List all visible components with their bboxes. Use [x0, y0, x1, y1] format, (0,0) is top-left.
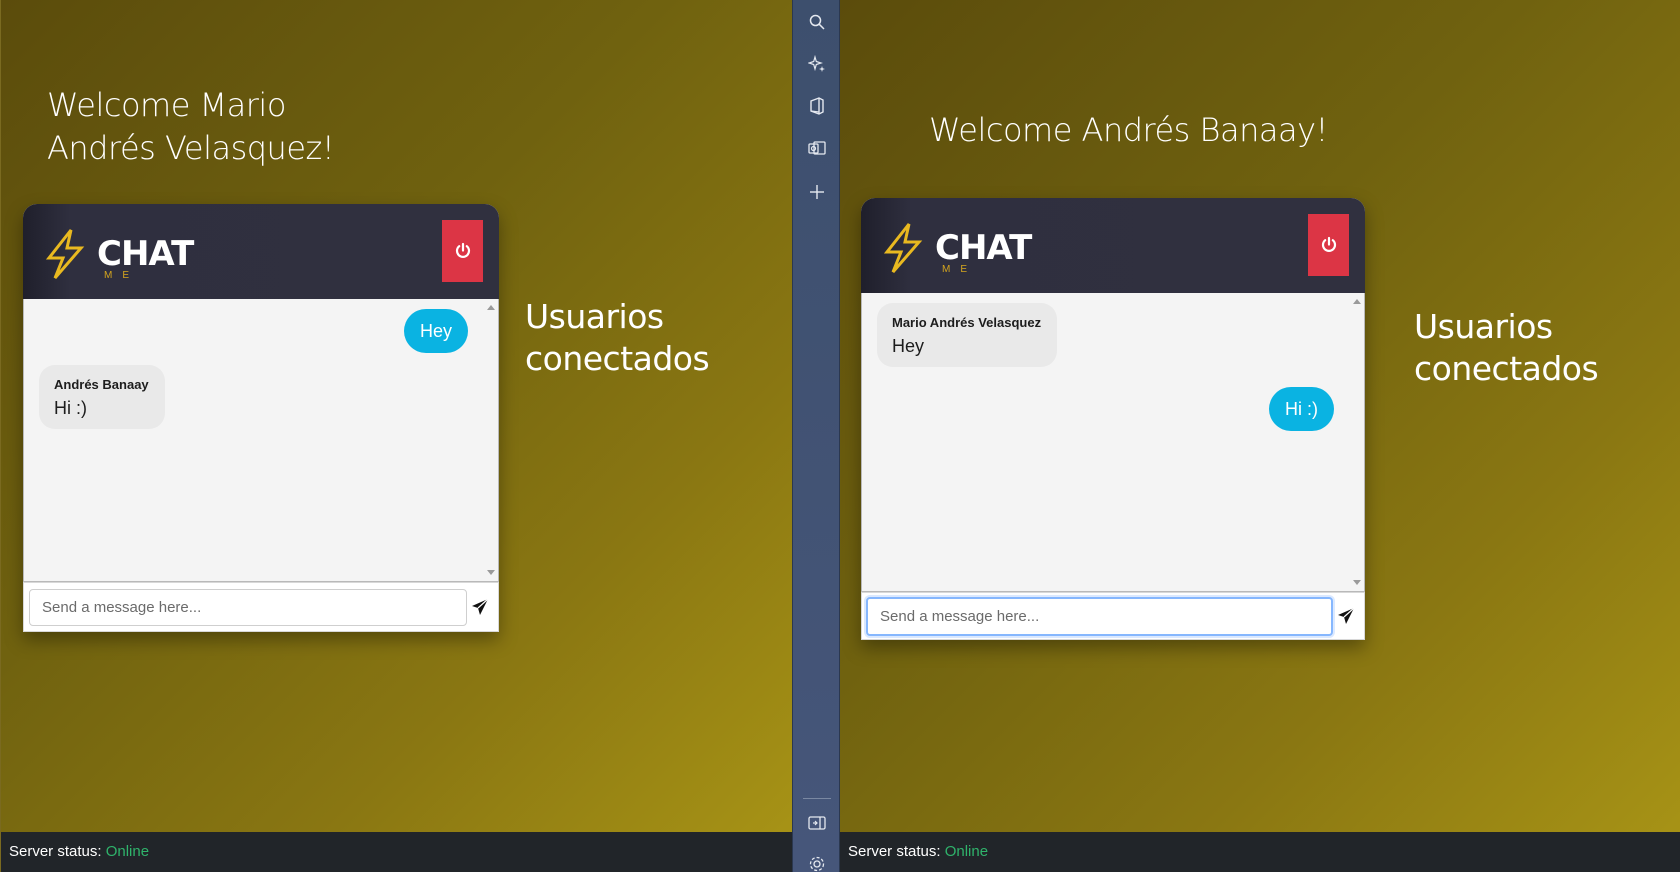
search-icon[interactable]	[805, 10, 829, 34]
message-bubble-received: Andrés Banaay Hi :)	[39, 365, 165, 429]
logo-me-text: ME	[104, 270, 139, 281]
power-icon	[455, 242, 470, 258]
message-input[interactable]	[29, 589, 467, 626]
outlook-icon[interactable]	[805, 136, 829, 160]
chat-window: CHAT ME Mario Andrés Velasquez Hey Hi :)	[861, 198, 1365, 640]
sidebar-collapse-icon[interactable]	[805, 811, 829, 835]
chat-logo: CHAT ME	[879, 222, 1032, 275]
message-bubble-received: Mario Andrés Velasquez Hey	[877, 303, 1058, 367]
message-input[interactable]	[866, 597, 1333, 636]
welcome-heading: Welcome Mario Andrés Velasquez!	[47, 86, 335, 167]
message-text: Hey	[419, 321, 452, 341]
scroll-down-arrow[interactable]	[1353, 580, 1361, 585]
browser-sidebar	[792, 0, 840, 872]
connected-users-title: Usuarios conectados	[525, 297, 710, 378]
disconnect-button[interactable]	[442, 220, 483, 282]
browser-pane-left: Welcome Mario Andrés Velasquez! CHAT ME	[0, 0, 792, 872]
message-bubble-sent: Hey	[403, 309, 468, 353]
toolbar-divider	[803, 798, 831, 799]
settings-icon[interactable]	[805, 852, 829, 872]
message-author: Mario Andrés Velasquez	[892, 315, 1042, 330]
message-text: Hey	[892, 336, 925, 356]
scroll-down-arrow[interactable]	[487, 570, 495, 575]
chat-logo: CHAT ME	[41, 228, 194, 281]
lightning-icon	[45, 229, 85, 279]
scroll-up-arrow[interactable]	[487, 305, 495, 310]
sparkle-icon[interactable]	[805, 52, 829, 76]
connected-users-title: Usuarios conectados	[1414, 307, 1599, 388]
send-button[interactable]	[1334, 605, 1358, 629]
plus-icon[interactable]	[805, 180, 829, 204]
send-button[interactable]	[468, 596, 492, 620]
disconnect-button[interactable]	[1308, 214, 1349, 276]
message-list[interactable]: Mario Andrés Velasquez Hey Hi :)	[861, 293, 1365, 592]
server-status-value: Online	[105, 843, 150, 860]
logo-me-text: ME	[942, 264, 977, 275]
lightning-icon	[883, 223, 923, 273]
chat-header: CHAT ME	[861, 198, 1365, 293]
logo-chat-text: CHAT	[97, 234, 194, 274]
message-list[interactable]: Hey Andrés Banaay Hi :)	[23, 299, 499, 582]
server-status-label: Server status:	[848, 843, 941, 860]
send-icon	[1338, 607, 1355, 624]
welcome-heading: Welcome Andrés Banaay!	[929, 111, 1328, 149]
server-status-bar: Server status: Online	[840, 832, 1680, 872]
message-text: Hi :)	[1285, 399, 1318, 419]
server-status-label: Server status:	[9, 843, 102, 860]
chat-window: CHAT ME Hey Andrés Banaay Hi :)	[23, 204, 499, 632]
server-status-bar: Server status: Online	[1, 832, 792, 872]
power-icon	[1321, 236, 1336, 252]
message-text: Hi :)	[54, 398, 87, 418]
send-icon	[472, 598, 489, 615]
message-composer	[861, 592, 1365, 640]
message-bubble-sent: Hi :)	[1269, 387, 1334, 431]
server-status-value: Online	[944, 843, 989, 860]
chat-header: CHAT ME	[23, 204, 499, 299]
logo-chat-text: CHAT	[935, 228, 1032, 268]
message-composer	[23, 582, 499, 632]
scroll-up-arrow[interactable]	[1353, 299, 1361, 304]
message-author: Andrés Banaay	[54, 377, 149, 392]
office-icon[interactable]	[805, 94, 829, 118]
browser-pane-right: Welcome Andrés Banaay! CHAT ME Mario And…	[840, 0, 1680, 872]
